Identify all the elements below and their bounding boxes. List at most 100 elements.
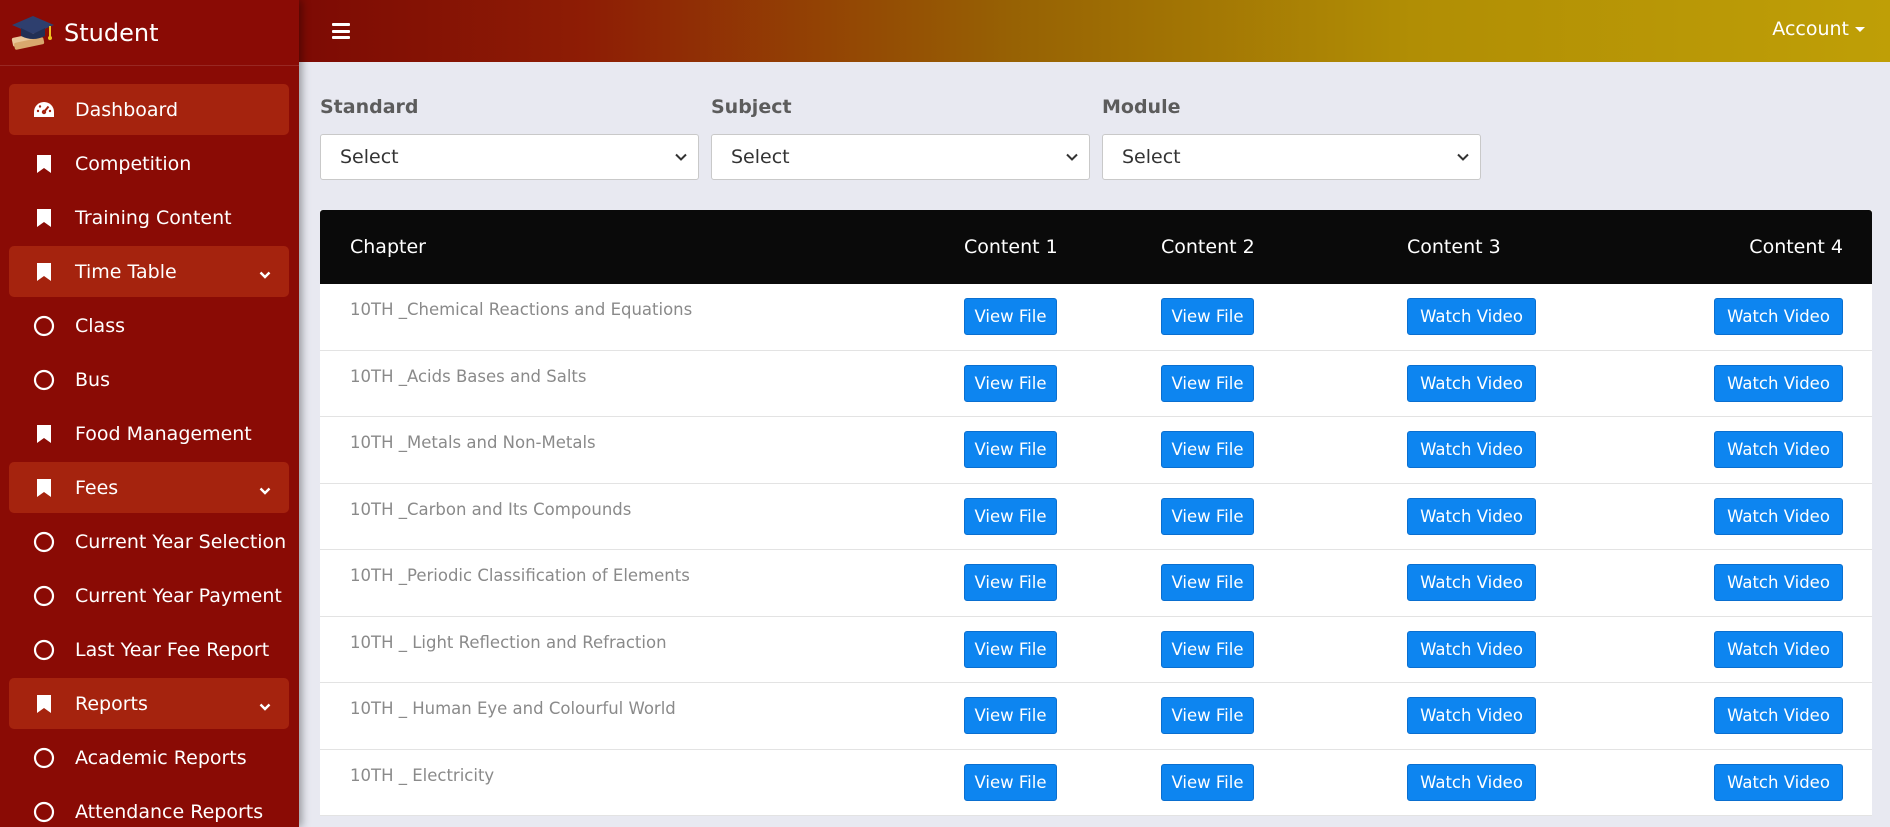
sidebar-item-food-management[interactable]: Food Management (9, 408, 289, 459)
column-header-content-2: Content 2 (1161, 236, 1255, 258)
content-1-view-file-button[interactable]: View File (964, 564, 1057, 601)
sidebar-item-competition[interactable]: Competition (9, 138, 289, 189)
content-4-watch-video-button[interactable]: Watch Video (1714, 364, 1843, 402)
content-2-view-file-button[interactable]: View File (1161, 431, 1254, 468)
select-value: Select (1122, 146, 1181, 168)
circle-icon (33, 801, 55, 823)
sidebar-item-reports[interactable]: Reports (9, 678, 289, 729)
sidebar-item-label: Current Year Selection (75, 530, 287, 553)
content-2-view-file-button[interactable]: View File (1161, 497, 1254, 535)
chapter-name: 10TH _Metals and Non-Metals (350, 433, 596, 452)
content-4-watch-video-button[interactable]: Watch Video (1714, 564, 1843, 601)
sidebar-item-class[interactable]: Class (9, 300, 289, 351)
content-1-view-file-button[interactable]: View File (964, 431, 1057, 468)
sidebar-item-fees[interactable]: Fees (9, 462, 289, 513)
circle-icon (33, 315, 55, 337)
filter-module: Module Select (1102, 96, 1482, 180)
circle-icon (33, 369, 55, 391)
content-4-watch-video-button[interactable]: Watch Video (1714, 298, 1843, 335)
circle-icon (33, 531, 55, 553)
table-row: 10TH _Acids Bases and Salts View File View… (320, 350, 1872, 417)
table-row: 10TH _Periodic Classification of Element… (320, 550, 1872, 617)
bookmark-icon (33, 477, 55, 499)
chapter-name: 10TH _Carbon and Its Compounds (350, 499, 632, 519)
sidebar-item-academic-reports[interactable]: Academic Reports (9, 732, 289, 783)
chevron-down-icon (1066, 153, 1078, 161)
menu-toggle-icon[interactable] (332, 23, 350, 39)
content-2-view-file-button[interactable]: View File (1161, 364, 1254, 402)
content-2-view-file-button[interactable]: View File (1161, 298, 1254, 335)
table-row: 10TH _Metals and Non-Metals View File View… (320, 417, 1872, 484)
sidebar-item-current-year-payment[interactable]: Current Year Payment (9, 570, 289, 621)
table-body: 10TH _Chemical Reactions and Equations Vi… (320, 284, 1872, 816)
graduation-cap-icon (10, 13, 56, 53)
sidebar-item-label: Competition (75, 152, 192, 175)
content-2-view-file-button[interactable]: View File (1161, 763, 1254, 801)
content-1-view-file-button[interactable]: View File (964, 497, 1057, 535)
sidebar-item-label: Food Management (75, 422, 252, 445)
content-3-watch-video-button[interactable]: Watch Video (1407, 564, 1536, 601)
chevron-down-icon (675, 153, 687, 161)
content-4-watch-video-button[interactable]: Watch Video (1714, 763, 1843, 801)
table-row: 10TH _Carbon and Its Compounds View File V… (320, 483, 1872, 550)
sidebar-item-time-table[interactable]: Time Table (9, 246, 289, 297)
circle-icon (33, 747, 55, 769)
sidebar-item-attendance-reports[interactable]: Attendance Reports (9, 786, 289, 827)
content-3-watch-video-button[interactable]: Watch Video (1407, 630, 1536, 668)
chapter-name: 10TH _ Electricity (350, 765, 495, 785)
content-3-watch-video-button[interactable]: Watch Video (1407, 364, 1536, 402)
select-value: Select (731, 146, 790, 168)
content-3-watch-video-button[interactable]: Watch Video (1407, 298, 1536, 335)
sidebar-item-label: Academic Reports (75, 746, 247, 769)
filter-standard: Standard Select (320, 96, 700, 180)
sidebar: Student Dashboard Competition Training Con… (0, 0, 299, 827)
module-select[interactable]: Select (1102, 134, 1481, 180)
content-2-view-file-button[interactable]: View File (1161, 564, 1254, 601)
subject-select[interactable]: Select (711, 134, 1090, 180)
sidebar-item-last-year-fee-report[interactable]: Last Year Fee Report (9, 624, 289, 675)
table-row: 10TH _ Human Eye and Colourful World View… (320, 683, 1872, 750)
brand-title: Student (64, 18, 159, 47)
content-1-view-file-button[interactable]: View File (964, 630, 1057, 668)
content-3-watch-video-button[interactable]: Watch Video (1407, 497, 1536, 535)
sidebar-item-dashboard[interactable]: Dashboard (9, 84, 289, 135)
sidebar-item-label: Fees (75, 476, 119, 499)
content-2-view-file-button[interactable]: View File (1161, 630, 1254, 668)
content-4-watch-video-button[interactable]: Watch Video (1714, 431, 1843, 468)
content-4-watch-video-button[interactable]: Watch Video (1714, 697, 1843, 734)
topbar: Account (299, 0, 1890, 62)
circle-icon (33, 585, 55, 607)
dashboard-icon (33, 99, 55, 121)
content-4-watch-video-button[interactable]: Watch Video (1714, 630, 1843, 668)
chapter-name: 10TH _Acids Bases and Salts (350, 366, 587, 386)
sidebar-item-label: Class (75, 314, 125, 337)
content-2-view-file-button[interactable]: View File (1161, 697, 1254, 734)
filter-label: Subject (711, 96, 792, 118)
content-1-view-file-button[interactable]: View File (964, 697, 1057, 734)
chapter-name: 10TH _Chemical Reactions and Equations (350, 300, 693, 319)
sidebar-item-bus[interactable]: Bus (9, 354, 289, 405)
sidebar-item-current-year-selection[interactable]: Current Year Selection (9, 516, 289, 567)
content-1-view-file-button[interactable]: View File (964, 298, 1057, 335)
content-1-view-file-button[interactable]: View File (964, 763, 1057, 801)
content-table: Chapter Content 1 Content 2 Content 3 Co… (320, 210, 1872, 816)
chevron-down-icon (259, 479, 271, 501)
standard-select[interactable]: Select (320, 134, 699, 180)
brand[interactable]: Student (0, 0, 299, 66)
sidebar-item-label: Training Content (75, 206, 232, 229)
content-3-watch-video-button[interactable]: Watch Video (1407, 431, 1536, 468)
content-1-view-file-button[interactable]: View File (964, 364, 1057, 402)
account-dropdown[interactable]: Account (1772, 18, 1865, 40)
table-row: 10TH _Chemical Reactions and Equations Vi… (320, 284, 1872, 351)
content-3-watch-video-button[interactable]: Watch Video (1407, 697, 1536, 734)
content-4-watch-video-button[interactable]: Watch Video (1714, 497, 1843, 535)
table-header: Chapter Content 1 Content 2 Content 3 Co… (320, 210, 1872, 284)
column-header-content-1: Content 1 (964, 236, 1058, 258)
content-3-watch-video-button[interactable]: Watch Video (1407, 763, 1536, 801)
sidebar-item-label: Bus (75, 368, 110, 391)
column-header-chapter: Chapter (350, 236, 426, 258)
table-row: 10TH _ Electricity View File View File Watc… (320, 749, 1872, 816)
chapter-name: 10TH _ Light Reflection and Refraction (350, 632, 667, 652)
chevron-down-icon (259, 695, 271, 717)
sidebar-item-training-content[interactable]: Training Content (9, 192, 289, 243)
